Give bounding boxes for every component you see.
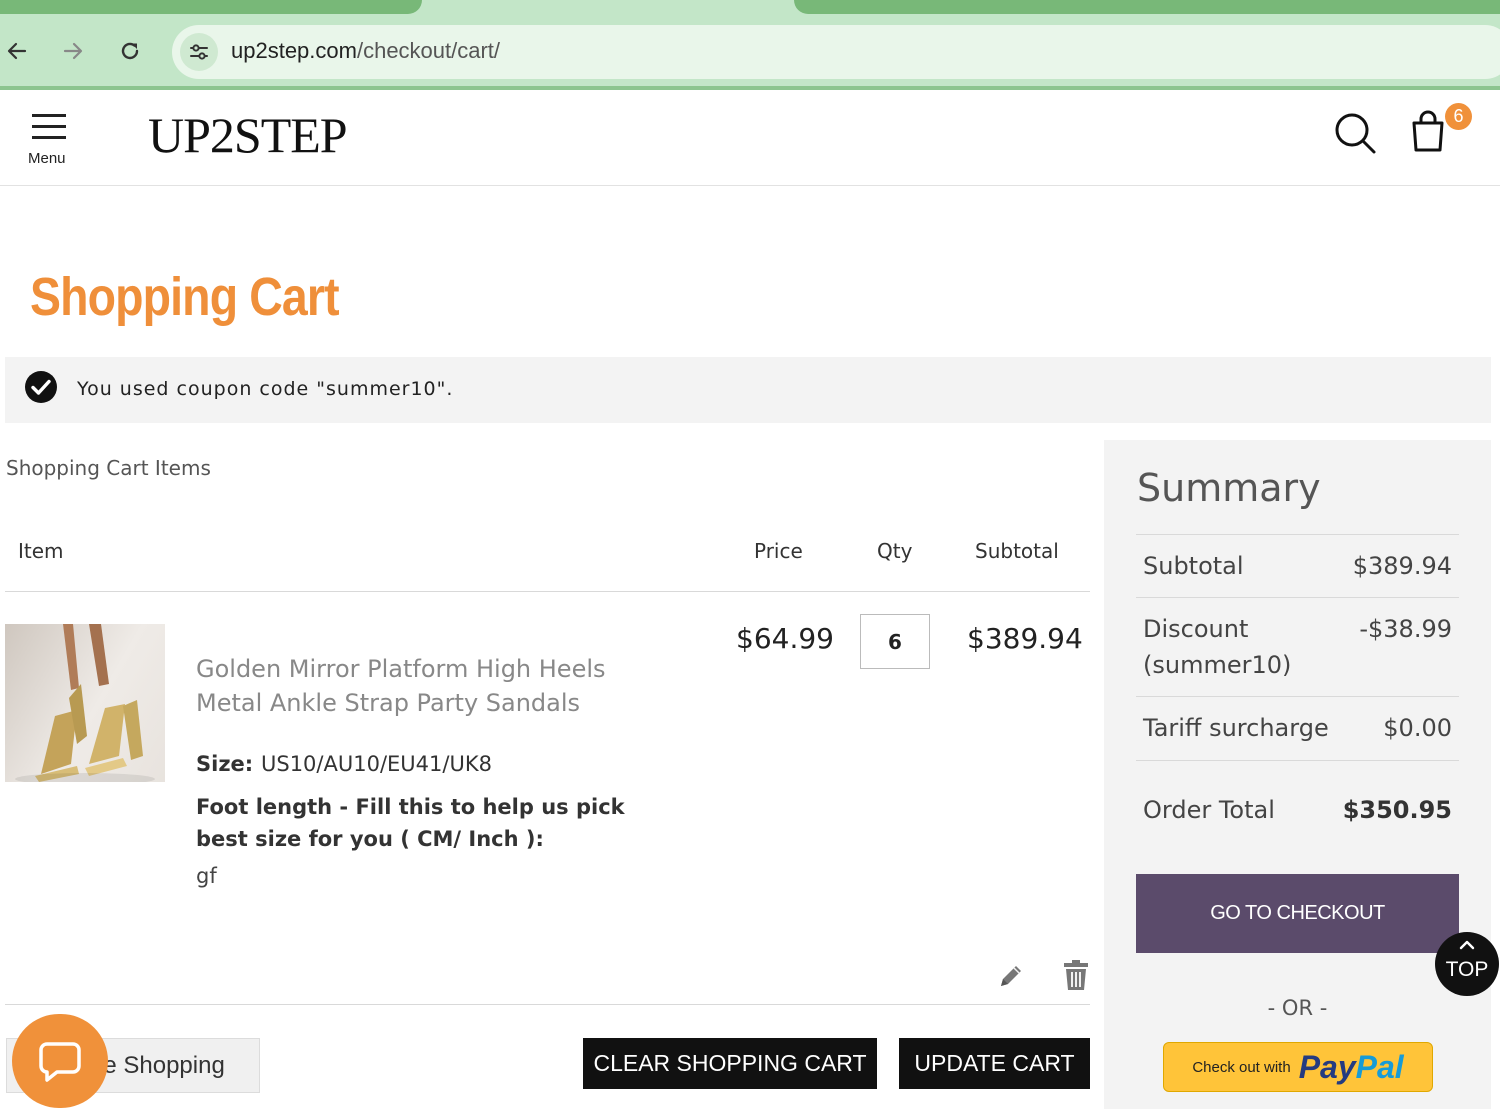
option-label-foot-length: Foot length - Fill this to help us pick …: [196, 795, 625, 851]
summary-tariff-value: $0.00: [1383, 714, 1452, 742]
scroll-to-top-button[interactable]: TOP: [1435, 932, 1499, 996]
back-button[interactable]: [0, 34, 34, 68]
forward-icon: [63, 42, 83, 60]
search-icon: [1335, 113, 1376, 154]
or-separator: - OR -: [1267, 996, 1328, 1020]
column-header-price: Price: [754, 539, 803, 563]
cart-items-caption: Shopping Cart Items: [6, 456, 211, 480]
paypal-logo: PayPal: [1299, 1049, 1404, 1086]
scroll-to-top-label: TOP: [1445, 958, 1489, 981]
edit-item-button[interactable]: [996, 961, 1026, 991]
column-header-subtotal: Subtotal: [975, 539, 1059, 563]
back-icon: [7, 42, 27, 60]
delete-item-button[interactable]: [1062, 959, 1090, 991]
paypal-prefix-text: Check out with: [1192, 1058, 1291, 1076]
reload-icon: [121, 42, 139, 60]
menu-label[interactable]: Menu: [28, 150, 66, 167]
bag-icon: [1412, 110, 1444, 152]
column-header-qty: Qty: [877, 539, 913, 563]
url-path: /checkout/cart/: [356, 38, 501, 63]
summary-divider: [1136, 534, 1459, 535]
item-price: $64.99: [736, 622, 834, 655]
hamburger-icon-line: [32, 125, 66, 128]
continue-shopping-label[interactable]: ue Shopping: [90, 1052, 225, 1080]
quantity-input[interactable]: [860, 614, 930, 669]
pencil-icon: [1001, 966, 1021, 986]
summary-divider: [1136, 696, 1459, 697]
option-value-foot-length: gf: [196, 864, 217, 888]
cart-button[interactable]: [1408, 108, 1448, 154]
site-info-button[interactable]: [180, 33, 218, 71]
product-name-link[interactable]: Golden Mirror Platform High Heels Metal …: [196, 652, 676, 720]
hamburger-icon: [32, 114, 66, 117]
product-image[interactable]: [5, 624, 165, 782]
summary-tariff-label: Tariff surcharge: [1143, 714, 1329, 742]
order-total-value: $350.95: [1342, 796, 1452, 824]
hamburger-icon-line: [32, 136, 66, 139]
reload-button[interactable]: [113, 34, 147, 68]
item-subtotal: $389.94: [967, 622, 1083, 655]
forward-button[interactable]: [56, 34, 90, 68]
summary-title: Summary: [1137, 466, 1321, 510]
paypal-logo-pal: Pal: [1355, 1048, 1404, 1085]
column-header-item: Item: [18, 539, 64, 563]
site-logo[interactable]: UP2STEP: [148, 106, 348, 164]
checkmark-icon: [25, 371, 57, 403]
trash-icon: [1064, 960, 1088, 990]
option-value-size: US10/AU10/EU41/UK8: [261, 752, 492, 776]
chat-button[interactable]: [12, 1014, 108, 1108]
url-text[interactable]: up2step.com/checkout/cart/: [231, 38, 500, 64]
browser-tab[interactable]: [0, 0, 422, 14]
table-row-divider: [5, 1004, 1090, 1005]
go-to-checkout-button[interactable]: GO TO CHECKOUT: [1136, 874, 1459, 953]
order-total-label: Order Total: [1143, 796, 1275, 824]
option-label-size: Size:: [196, 752, 254, 776]
table-header-divider: [5, 591, 1090, 592]
browser-tab-strip: [794, 0, 1500, 14]
site-info-icon: [190, 44, 208, 60]
coupon-notice-text: You used coupon code "summer10".: [77, 378, 454, 400]
clear-cart-button[interactable]: CLEAR SHOPPING CART: [583, 1038, 877, 1089]
summary-subtotal-value: $389.94: [1352, 552, 1452, 580]
summary-divider: [1136, 597, 1459, 598]
page-title: Shopping Cart: [30, 267, 340, 327]
summary-discount-label: Discount (summer10): [1143, 615, 1292, 679]
chat-bubble-icon: [39, 1042, 81, 1082]
search-button[interactable]: [1332, 110, 1378, 156]
update-cart-button[interactable]: UPDATE CART: [899, 1038, 1090, 1089]
chevron-up-icon: [1459, 940, 1475, 950]
paypal-checkout-button[interactable]: Check out with PayPal: [1163, 1042, 1433, 1092]
summary-subtotal-label: Subtotal: [1143, 552, 1244, 580]
paypal-logo-pay: Pay: [1298, 1048, 1356, 1085]
url-domain: up2step.com: [231, 38, 357, 63]
cart-count-badge: 6: [1445, 103, 1472, 130]
sandal-illustration: [15, 624, 155, 782]
summary-discount-value: -$38.99: [1359, 615, 1452, 643]
summary-divider: [1136, 760, 1459, 761]
